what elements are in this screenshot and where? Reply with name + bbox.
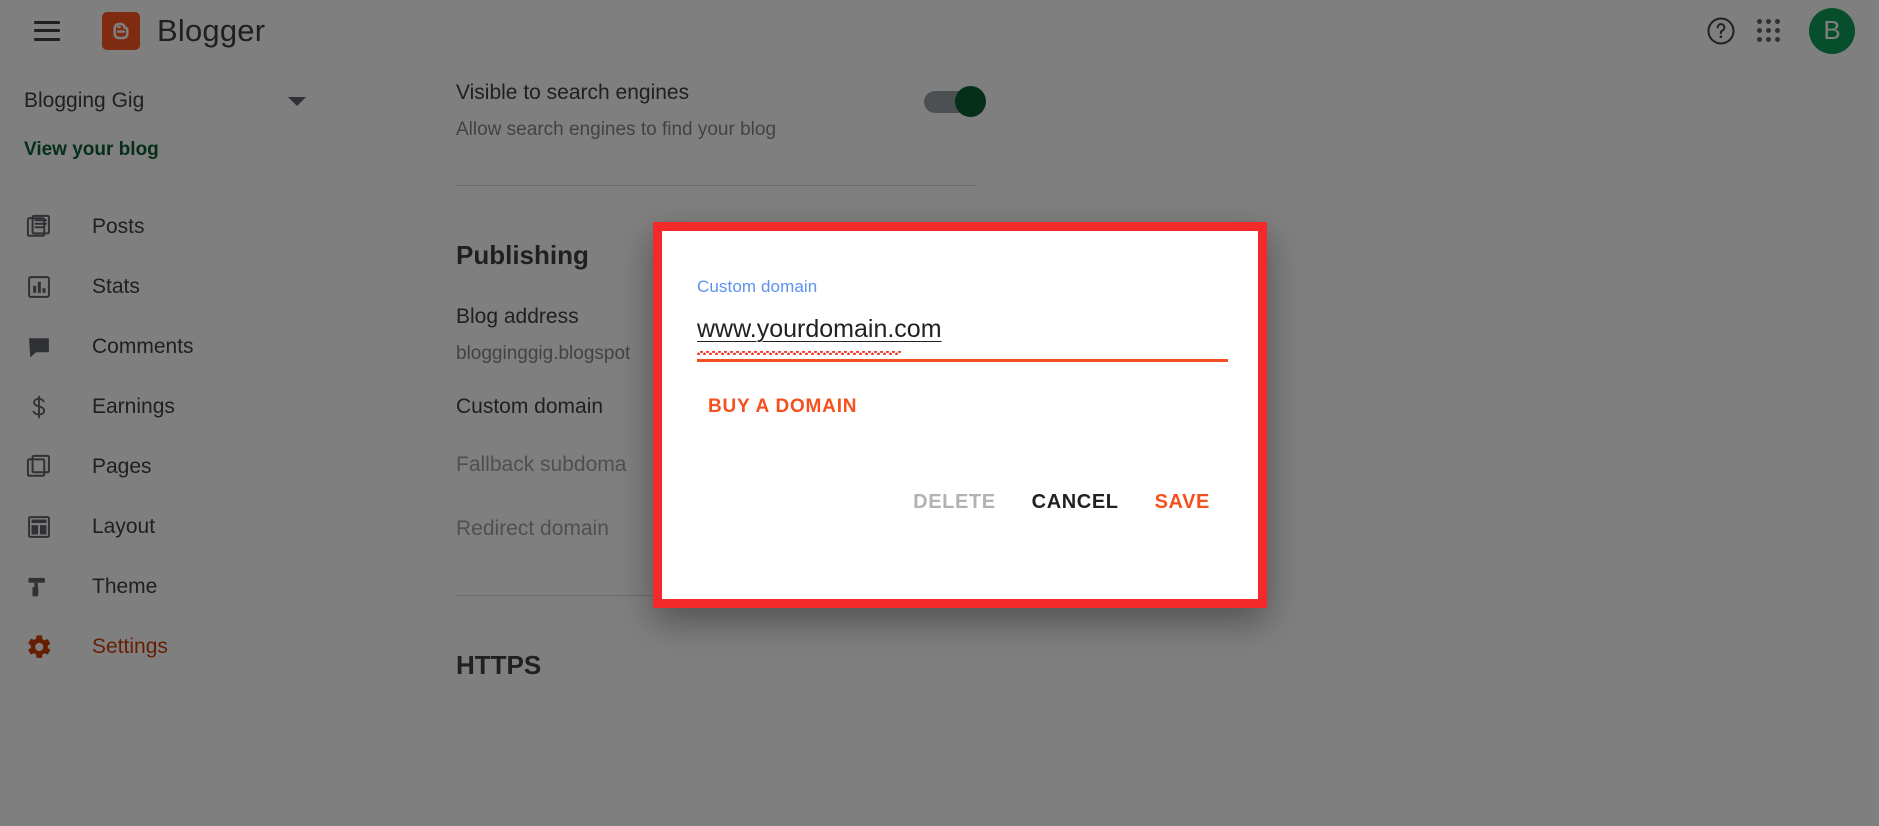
custom-domain-field: Custom domain www.yourdomain.com bbox=[697, 277, 1228, 362]
custom-domain-dialog: Custom domain www.yourdomain.com BUY A D… bbox=[653, 222, 1267, 608]
custom-domain-input-value[interactable]: www.yourdomain.com bbox=[697, 315, 942, 344]
dialog-actions: DELETE CANCEL SAVE bbox=[662, 481, 1234, 524]
delete-button[interactable]: DELETE bbox=[895, 481, 1014, 524]
save-button[interactable]: SAVE bbox=[1137, 481, 1228, 524]
input-underline bbox=[697, 359, 1228, 362]
app-root: Blogger B Blogging G bbox=[0, 0, 1879, 826]
custom-domain-input[interactable]: www.yourdomain.com bbox=[697, 315, 1228, 362]
custom-domain-field-label: Custom domain bbox=[697, 277, 818, 296]
spellcheck-squiggle-icon bbox=[697, 351, 901, 355]
cancel-button[interactable]: CANCEL bbox=[1014, 481, 1137, 524]
dialog-body: Custom domain www.yourdomain.com BUY A D… bbox=[662, 231, 1258, 599]
buy-a-domain-button[interactable]: BUY A DOMAIN bbox=[708, 396, 857, 418]
